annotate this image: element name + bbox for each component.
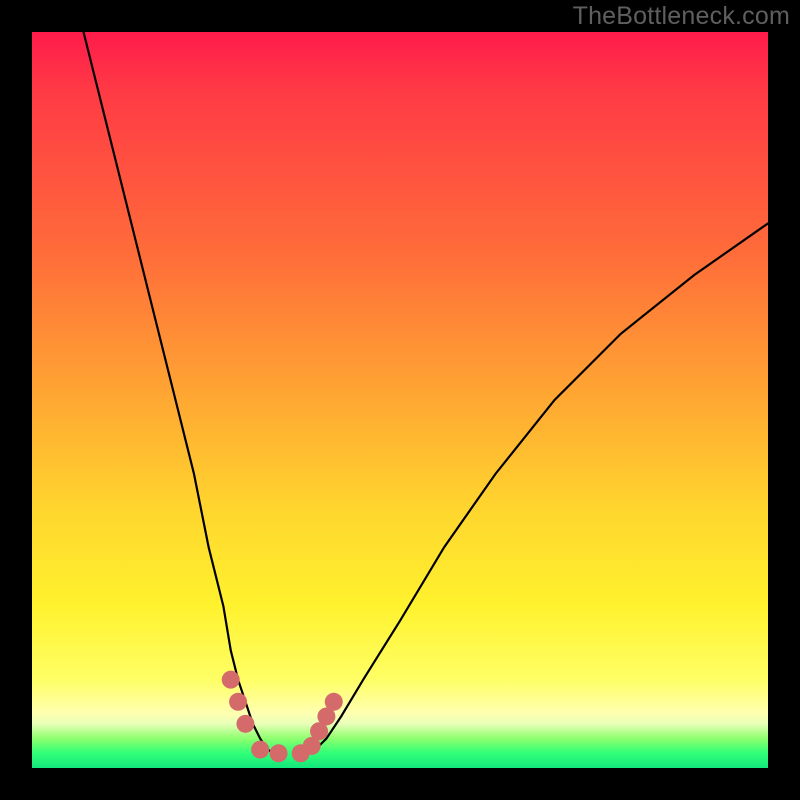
highlight-dot — [222, 671, 240, 689]
highlight-dot — [229, 693, 247, 711]
curve-layer — [32, 32, 768, 768]
plot-area — [32, 32, 768, 768]
watermark-text: TheBottleneck.com — [573, 2, 790, 31]
highlight-dot — [270, 744, 288, 762]
left-curve — [84, 32, 275, 753]
right-curve — [312, 223, 768, 753]
highlight-dot — [251, 741, 269, 759]
highlight-dot — [325, 693, 343, 711]
chart-frame: TheBottleneck.com — [0, 0, 800, 800]
highlight-dot — [236, 715, 254, 733]
